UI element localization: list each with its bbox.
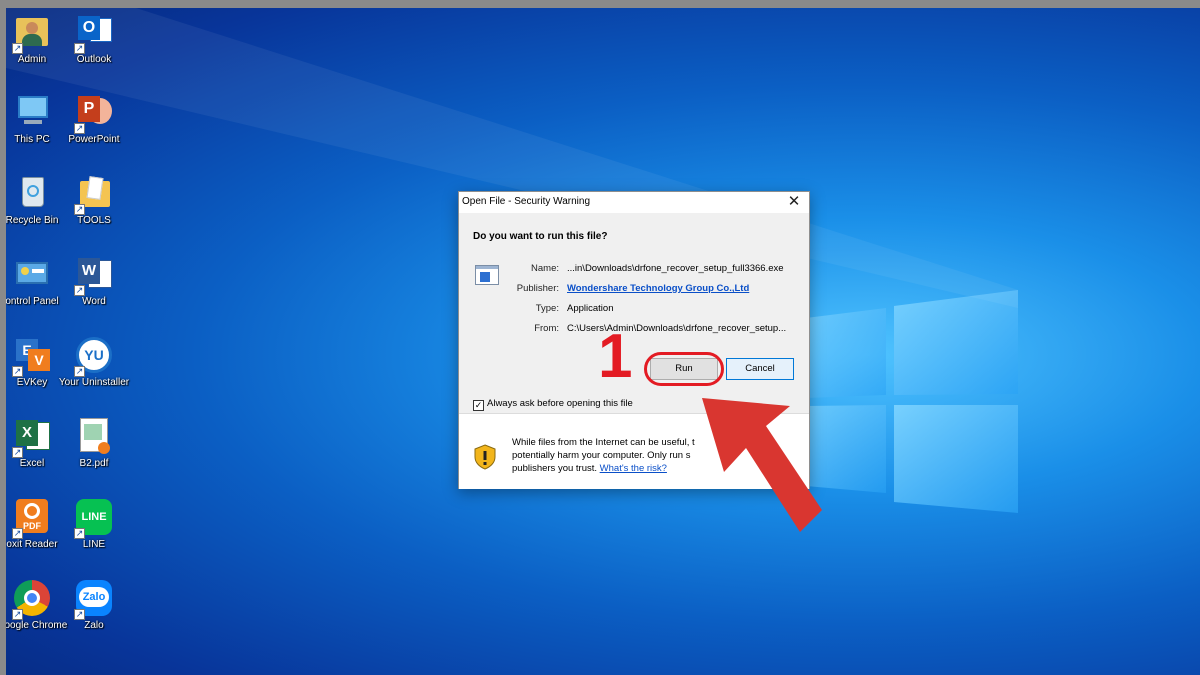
evkey-icon: E V ↗ — [12, 335, 52, 377]
type-value: Application — [567, 303, 614, 314]
step-number-annotation: 1 — [598, 322, 633, 391]
desktop-icon-your-uninstaller[interactable]: YU ↗ Your Uninstaller — [58, 335, 130, 389]
publisher-link[interactable]: Wondershare Technology Group Co.,Ltd — [567, 283, 749, 294]
whats-the-risk-link[interactable]: What's the risk? — [600, 463, 667, 474]
desktop-icon-powerpoint[interactable]: P ↗ PowerPoint — [58, 92, 130, 146]
control-panel-icon — [12, 254, 52, 294]
foxit-reader-icon: PDF ↗ — [12, 497, 52, 539]
red-arrow-annotation — [702, 398, 822, 532]
recycle-bin-icon — [12, 173, 52, 213]
checkbox-check-icon: ✓ — [473, 400, 484, 411]
checkbox-label: Always ask before opening this file — [487, 398, 633, 409]
outlook-icon: O ↗ — [74, 12, 114, 54]
dialog-title: Open File - Security Warning — [462, 196, 591, 207]
desktop-icon-line[interactable]: LINE ↗ LINE — [58, 497, 130, 551]
excel-icon: X ↗ — [12, 416, 52, 458]
type-label: Type: — [535, 303, 559, 314]
from-label: From: — [534, 323, 559, 334]
always-ask-checkbox[interactable]: ✓ Always ask before opening this file — [473, 398, 633, 411]
pdf-file-icon — [74, 416, 114, 456]
desktop-icon-outlook[interactable]: O ↗ Outlook — [58, 12, 130, 66]
your-uninstaller-icon: YU ↗ — [74, 335, 114, 377]
from-row: From: C:\Users\Admin\Downloads\drfone_re… — [459, 323, 809, 337]
word-icon: W ↗ — [74, 254, 114, 296]
line-icon: LINE ↗ — [74, 497, 114, 539]
dialog-titlebar[interactable]: Open File - Security Warning ✕ — [459, 192, 809, 213]
user-folder-icon: ↗ — [12, 12, 52, 54]
type-row: Type: Application — [459, 303, 809, 317]
publisher-row: Publisher: Wondershare Technology Group … — [459, 283, 809, 297]
dialog-question: Do you want to run this file? — [473, 231, 608, 242]
cancel-button[interactable]: Cancel — [726, 358, 794, 380]
desktop-icon-b2-pdf[interactable]: B2.pdf — [58, 416, 130, 470]
desktop-icon-zalo[interactable]: Zalo ↗ Zalo — [58, 578, 130, 632]
frame-left-border — [0, 0, 6, 675]
zalo-icon: Zalo ↗ — [74, 578, 114, 620]
folder-icon: ↗ — [74, 173, 114, 215]
this-pc-icon — [12, 92, 52, 132]
close-icon[interactable]: ✕ — [785, 193, 803, 211]
desktop-icon-word[interactable]: W ↗ Word — [58, 254, 130, 308]
powerpoint-icon: P ↗ — [74, 92, 114, 134]
frame-top-border — [0, 0, 1200, 8]
desktop-icon-tools[interactable]: ↗ TOOLS — [58, 173, 130, 227]
publisher-label: Publisher: — [516, 283, 559, 294]
name-value: ...in\Downloads\drfone_recover_setup_ful… — [567, 263, 784, 274]
name-row: Name: ...in\Downloads\drfone_recover_set… — [459, 263, 809, 277]
chrome-icon: ↗ — [12, 578, 52, 620]
warning-shield-icon — [474, 444, 496, 470]
name-label: Name: — [531, 263, 559, 274]
